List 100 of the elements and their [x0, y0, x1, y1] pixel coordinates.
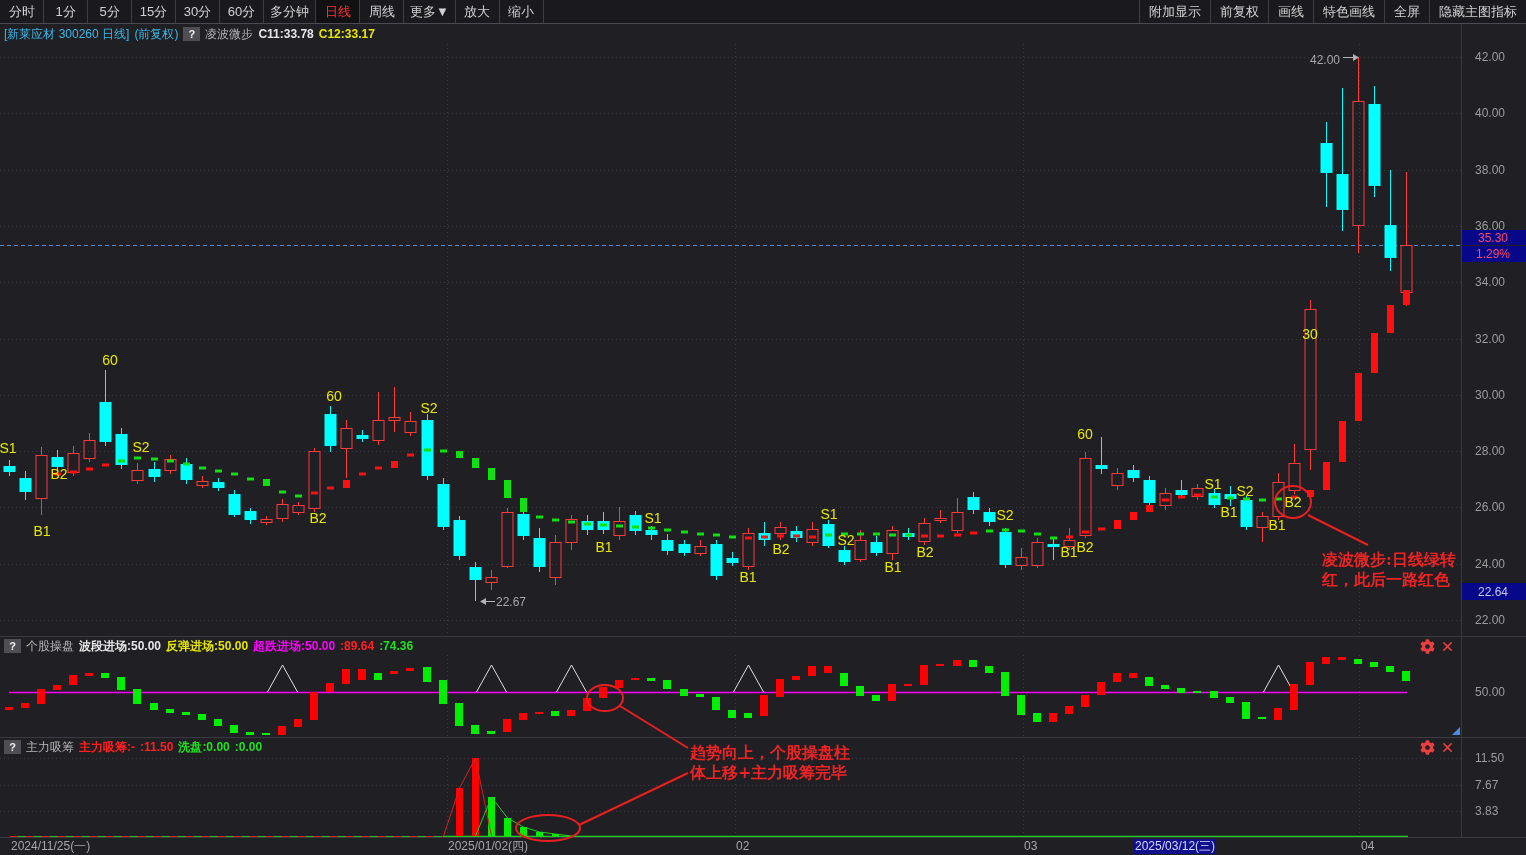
low-price-label: 22.67: [496, 595, 527, 609]
indicator-reading: 波段进场:50.00: [79, 637, 162, 655]
histogram-bar: [504, 818, 511, 836]
indicator-reading: :11.50: [140, 740, 174, 754]
histogram-bar: [488, 797, 495, 836]
period-tab[interactable]: 30分: [176, 0, 220, 23]
zoom-button[interactable]: 放大: [455, 0, 500, 23]
signal-label: 60: [102, 352, 118, 368]
indicator-reading: :89.64: [340, 639, 375, 653]
signal-label: S1: [0, 440, 17, 456]
y-axis-label: 50.00: [1475, 685, 1506, 699]
y-axis-label: 30.00: [1475, 387, 1506, 402]
signal-label: 30: [1302, 326, 1318, 342]
date-label: 03: [1023, 839, 1039, 854]
indicator-name: 主力吸筹: [26, 738, 74, 756]
toolbar-button[interactable]: 附加显示: [1139, 0, 1210, 23]
high-price-label: 42.00: [1309, 53, 1340, 67]
period-tab[interactable]: 60分: [220, 0, 264, 23]
y-axis-label: 34.00: [1475, 275, 1506, 290]
highlight-ellipse: [515, 814, 581, 842]
date-label: 2024/11/25(一): [10, 839, 92, 854]
corner-triangle-icon[interactable]: [1452, 727, 1460, 735]
toolbar-button[interactable]: 全屏: [1384, 0, 1429, 23]
signal-label: B1: [1060, 544, 1078, 560]
signal-label: B1: [1220, 504, 1238, 520]
help-button[interactable]: ?: [183, 27, 201, 41]
stock-title: [新莱应材 300260 日线]: [4, 25, 130, 43]
y-axis-label: 42.00: [1475, 50, 1506, 64]
period-tab[interactable]: 周线: [360, 0, 404, 23]
date-label: 04: [1360, 839, 1376, 854]
zoom-button[interactable]: 缩小: [499, 0, 544, 23]
signal-label: B1: [1268, 517, 1286, 533]
period-tab[interactable]: 更多▼: [404, 0, 456, 23]
signal-label: S1: [644, 510, 662, 526]
y-axis-label: 26.00: [1475, 500, 1506, 515]
low-price-tag: 22.64: [1462, 583, 1526, 600]
y-axis-label: 24.00: [1475, 556, 1506, 571]
y-axis-label: 32.00: [1475, 331, 1506, 346]
settings-icon[interactable]: [1420, 638, 1435, 654]
y-axis-label: 28.00: [1475, 444, 1506, 459]
date-label: 2025/01/02(四): [447, 839, 530, 854]
indicator-name: 凌波微步: [205, 25, 254, 43]
signal-label: B2: [1284, 494, 1302, 510]
signal-label: S1: [820, 506, 838, 522]
toolbar-button[interactable]: 隐藏主图指标: [1429, 0, 1526, 23]
period-tab[interactable]: 5分: [88, 0, 132, 23]
last-price-tag: 35.30: [1462, 230, 1526, 245]
signal-label: B2: [1076, 539, 1094, 555]
signal-label: B2: [309, 510, 327, 526]
help-button[interactable]: ?: [4, 639, 21, 653]
toolbar-button[interactable]: 特色画线: [1313, 0, 1384, 23]
signal-label: S2: [132, 439, 150, 455]
histogram-bar: [456, 788, 463, 836]
leader-line: [619, 705, 689, 749]
indicator-reading: 超跌进场:50.00: [253, 637, 336, 655]
period-tab[interactable]: 15分: [132, 0, 176, 23]
y-axis-label: 11.50: [1475, 751, 1505, 765]
indicator-name: 个股操盘: [26, 637, 74, 655]
date-label: 02: [735, 839, 751, 854]
indicator-reading: :74.36: [379, 639, 414, 653]
period-tab[interactable]: 分时: [0, 0, 44, 23]
indicator-reading: :0.00: [234, 740, 263, 754]
indicator-reading: 洗盘:0.00: [178, 738, 230, 756]
y-axis-label: 38.00: [1475, 162, 1506, 177]
y-axis-label: 22.00: [1475, 613, 1506, 627]
adjustment-label: (前复权): [134, 25, 179, 43]
signal-label: S2: [420, 400, 438, 416]
indicator-reading: 反弹进场:50.00: [166, 637, 249, 655]
signal-label: B1: [884, 559, 902, 575]
settings-icon[interactable]: [1420, 739, 1435, 755]
signal-label: S1: [1204, 476, 1222, 492]
signal-label: 60: [326, 388, 342, 404]
low-price-arrow: [480, 598, 496, 605]
signal-label: S2: [837, 532, 855, 548]
toolbar-button[interactable]: 前复权: [1210, 0, 1268, 23]
signal-label: S2: [996, 507, 1014, 523]
help-button[interactable]: ?: [4, 740, 21, 754]
signal-label: B2: [916, 544, 934, 560]
indicator-reading: 主力吸筹:-: [79, 738, 135, 756]
signal-label: B1: [595, 539, 613, 555]
toolbar-button[interactable]: 画线: [1268, 0, 1313, 23]
highlight-ellipse: [1274, 485, 1312, 519]
y-axis-label: 40.00: [1475, 106, 1506, 121]
signal-label: B2: [772, 541, 790, 557]
leader-line: [1307, 514, 1369, 546]
date-label: 2025/03/12(三): [1134, 839, 1217, 854]
high-price-arrow: [1342, 54, 1359, 61]
signal-label: 60: [1077, 426, 1093, 442]
signal-label: S2: [1236, 483, 1254, 499]
period-tab[interactable]: 1分: [44, 0, 88, 23]
histogram-bar: [536, 832, 543, 836]
signal-label: B1: [33, 523, 51, 539]
annotation-text: 凌波微步:日线绿转红，此后一路红色: [1322, 550, 1457, 590]
period-tab[interactable]: 日线: [316, 0, 360, 23]
signal-label: B1: [739, 569, 757, 585]
signal-label: B2: [50, 466, 68, 482]
change-tag: 1.29%: [1462, 246, 1526, 262]
histogram-bar: [520, 827, 527, 836]
annotation-text: 趋势向上，个股操盘柱体上移+主力吸筹完毕: [690, 743, 851, 783]
indicator-reading: C11:33.78: [258, 27, 314, 41]
